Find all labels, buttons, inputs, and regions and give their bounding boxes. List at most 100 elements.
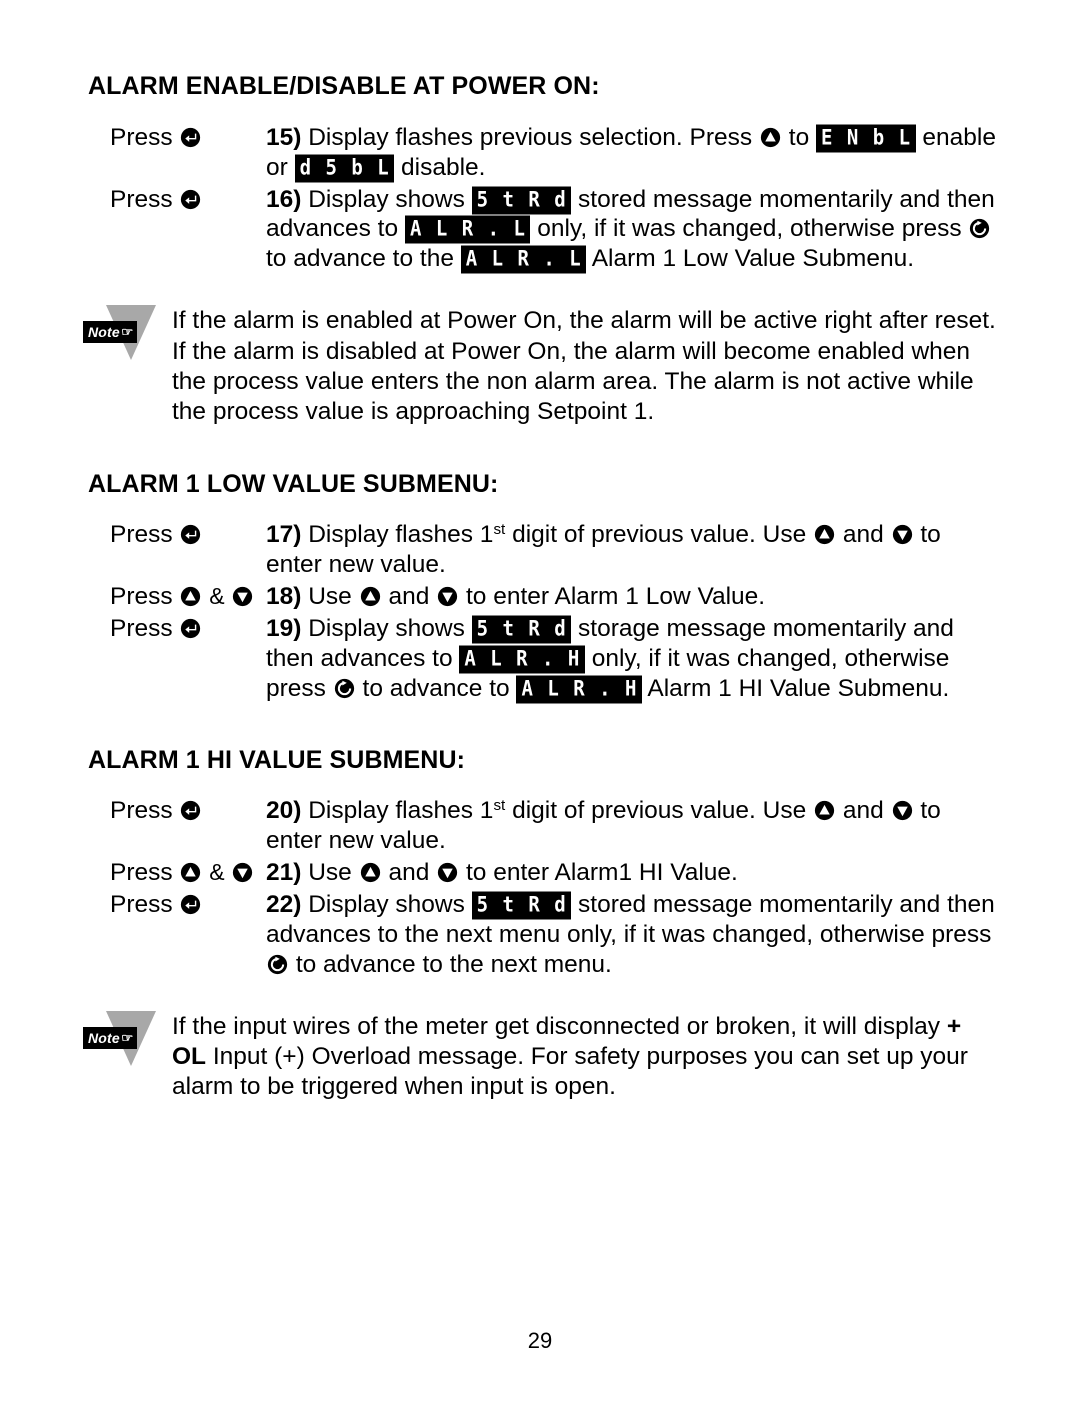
step-text-19e: Alarm 1 HI Value Submenu. (647, 674, 950, 702)
down-arrow-key-icon[interactable] (232, 862, 253, 883)
press-label: Press (110, 185, 173, 213)
enter-key-icon[interactable] (180, 800, 201, 821)
ampersand-label: & (209, 583, 225, 610)
step-number-17: 17) (266, 521, 302, 549)
step-text-16e: Alarm 1 Low Value Submenu. (591, 245, 915, 273)
press-label: Press (110, 859, 173, 887)
step-row-18: Press & 18) Use and to enter Alarm 1 Low… (88, 582, 1000, 612)
step-text-21a: Use (308, 859, 352, 887)
menu-advance-key-icon[interactable] (334, 678, 355, 699)
step-text-18c: to enter Alarm 1 Low Value. (465, 583, 766, 611)
pointing-hand-icon: ☞ (121, 325, 134, 340)
step-text-22a: Display shows (308, 891, 465, 918)
step-row-22: Press 22) Display shows 5 t R d stored m… (88, 890, 1000, 980)
press-column-19: Press (88, 614, 266, 644)
press-column-18: Press & (88, 582, 266, 612)
step-number-16: 16) (266, 185, 302, 213)
step-text-21c: to enter Alarm1 HI Value. (465, 859, 738, 887)
step-body-19: 19) Display shows 5 t R d storage messag… (266, 614, 1000, 704)
step-row-17: Press 17) Display flashes 1st digit of p… (88, 520, 1000, 580)
step-body-17: 17) Display flashes 1st digit of previou… (266, 520, 1000, 580)
up-arrow-key-icon[interactable] (360, 586, 381, 607)
note-label: Note (88, 324, 120, 341)
step-body-15: 15) Display flashes previous selection. … (266, 123, 1000, 183)
lcd-chip-strd: 5 t R d (471, 891, 572, 920)
step-text-17b: digit of previous value. Use (512, 521, 807, 549)
step-text-15a: Display flashes previous selection. Pres… (308, 123, 753, 151)
press-column-16: Press (88, 185, 266, 215)
lcd-chip-enbl: E N b L (816, 124, 916, 153)
step-list-alarm-1-hi-value: Press 20) Display flashes 1st digit of p… (88, 796, 1000, 979)
down-arrow-key-icon[interactable] (892, 800, 913, 821)
step-list-alarm-enable-disable: Press 15) Display flashes previous selec… (88, 123, 1000, 274)
lcd-chip-dsbl: d 5 b L (294, 154, 395, 183)
down-arrow-key-icon[interactable] (232, 586, 253, 607)
section-title-alarm-1-hi-value: ALARM 1 HI VALUE SUBMENU: (88, 745, 466, 774)
ampersand-label: & (209, 859, 225, 886)
lcd-chip-alrh: A L R . H (516, 675, 642, 704)
step-number-20: 20) (266, 797, 302, 825)
page-content: ALARM ENABLE/DISABLE AT POWER ON: Press … (83, 72, 1000, 1103)
step-number-15: 15) (266, 123, 302, 151)
up-arrow-key-icon[interactable] (180, 862, 201, 883)
up-arrow-key-icon[interactable] (814, 800, 835, 821)
ordinal-suffix: st (493, 521, 506, 539)
step-number-18: 18) (266, 583, 302, 611)
step-text-15e: disable. (401, 153, 486, 181)
step-text-16c: only, if it was changed, otherwise press (537, 215, 962, 243)
step-text-17a: Display flashes 1 (308, 521, 494, 549)
press-label: Press (110, 615, 173, 642)
press-column-15: Press (88, 123, 266, 153)
note-marker: Note☞ (80, 1010, 172, 1076)
section-title-alarm-enable-disable: ALARM ENABLE/DISABLE AT POWER ON: (88, 72, 600, 100)
step-row-16: Press 16) Display shows 5 t R d stored m… (88, 185, 1000, 275)
page-number: 29 (527, 1328, 553, 1353)
note-text-open-input-overload: If the input wires of the meter get disc… (172, 1010, 1000, 1103)
lcd-chip-alrl: A L R . L (404, 215, 531, 244)
lcd-chip-alrh: A L R . H (459, 645, 585, 674)
section-title-alarm-1-low-value: ALARM 1 LOW VALUE SUBMENU: (88, 469, 499, 498)
step-text-20c: and (842, 797, 884, 825)
enter-key-icon[interactable] (180, 189, 201, 210)
press-column-22: Press (88, 890, 266, 920)
step-text-22d: to advance to the next menu. (295, 950, 612, 978)
step-text-22c: press (931, 920, 992, 948)
menu-advance-key-icon[interactable] (969, 218, 990, 239)
press-column-20: Press (88, 796, 266, 826)
enter-key-icon[interactable] (180, 894, 201, 915)
up-arrow-key-icon[interactable] (180, 586, 201, 607)
step-body-18: 18) Use and to enter Alarm 1 Low Value. (266, 582, 1000, 612)
step-text-19d: to advance to (362, 674, 510, 702)
menu-advance-key-icon[interactable] (267, 954, 288, 975)
step-text-19a: Display shows (308, 615, 465, 642)
enter-key-icon[interactable] (180, 618, 201, 639)
step-body-22: 22) Display shows 5 t R d stored message… (266, 890, 1000, 980)
step-text-15b: to (788, 123, 810, 151)
step-row-20: Press 20) Display flashes 1st digit of p… (88, 796, 1000, 856)
press-column-17: Press (88, 520, 266, 550)
note-tag: Note☞ (83, 321, 137, 344)
press-label: Press (110, 797, 173, 825)
step-text-21b: and (388, 859, 430, 887)
down-arrow-key-icon[interactable] (892, 524, 913, 545)
step-text-16a: Display shows (308, 185, 465, 213)
enter-key-icon[interactable] (180, 524, 201, 545)
down-arrow-key-icon[interactable] (437, 586, 458, 607)
step-text-18a: Use (308, 583, 352, 611)
lcd-chip-alrl: A L R . L (460, 245, 587, 274)
up-arrow-key-icon[interactable] (814, 524, 835, 545)
step-body-16: 16) Display shows 5 t R d stored message… (266, 185, 1000, 275)
manual-page: ALARM ENABLE/DISABLE AT POWER ON: Press … (0, 0, 1080, 1412)
step-body-21: 21) Use and to enter Alarm1 HI Value. (266, 858, 1000, 888)
note-block-power-on-alarm: Note☞ If the alarm is enabled at Power O… (83, 304, 1000, 428)
down-arrow-key-icon[interactable] (437, 862, 458, 883)
step-text-17c: and (842, 521, 884, 549)
lcd-chip-strd: 5 t R d (471, 186, 572, 214)
step-text-20a: Display flashes 1 (308, 797, 494, 825)
up-arrow-key-icon[interactable] (760, 127, 781, 148)
step-row-21: Press & 21) Use and to enter Alarm1 HI V… (88, 858, 1000, 888)
note-text-power-on-alarm: If the alarm is enabled at Power On, the… (172, 307, 996, 426)
step-number-19: 19) (266, 615, 302, 642)
up-arrow-key-icon[interactable] (360, 862, 381, 883)
enter-key-icon[interactable] (180, 127, 201, 148)
